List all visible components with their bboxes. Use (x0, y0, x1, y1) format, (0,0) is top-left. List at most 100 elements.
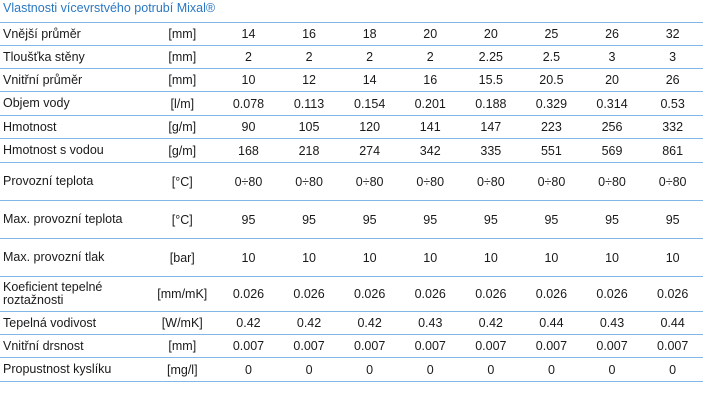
value-cell: 95 (605, 212, 619, 227)
value-cell: 3 (608, 50, 616, 64)
value-cell: 2.25 (478, 50, 503, 64)
property-unit: [°C] (171, 212, 193, 227)
value-cell: 0÷80 (476, 174, 505, 189)
value-cell: 95 (544, 212, 559, 227)
table-row-koeficient-tepelne-roztaznosti: Koeficient tepelné roztažnosti [mm/mK] 0.0… (0, 277, 703, 312)
value-cell: 0.026 (535, 287, 568, 301)
value-cell: 0.42 (357, 316, 382, 330)
value-cell: 95 (302, 212, 316, 227)
property-unit: [mg/l] (167, 362, 198, 377)
property-unit: [mm] (168, 73, 197, 87)
value-cell: 218 (298, 143, 320, 158)
value-cell: 569 (601, 143, 623, 158)
value-cell: 12 (302, 73, 316, 87)
value-cell: 0.026 (475, 287, 507, 301)
value-cell: 0.026 (293, 287, 325, 301)
value-cell: 25 (544, 27, 559, 41)
value-cell: 0÷80 (658, 174, 687, 189)
value-cell: 0.007 (414, 339, 446, 353)
value-cell: 141 (419, 120, 441, 134)
property-name: Vnitřní průměr (3, 72, 83, 87)
value-cell: 90 (241, 120, 256, 134)
value-cell: 0÷80 (416, 174, 445, 189)
value-cell: 0.007 (475, 339, 507, 353)
property-unit: [mm] (168, 339, 197, 353)
property-name: Provozní teplota (3, 174, 94, 188)
value-cell: 274 (359, 143, 381, 158)
value-cell: 120 (359, 120, 381, 134)
property-name: Tloušťka stěny (3, 49, 85, 64)
property-name: Vnitřní drsnost (3, 338, 84, 353)
value-cell: 10 (241, 73, 256, 87)
value-cell: 10 (423, 250, 438, 265)
property-unit: [g/m] (168, 143, 197, 158)
value-cell: 2 (305, 50, 313, 64)
value-cell: 105 (298, 120, 320, 134)
value-cell: 26 (605, 27, 619, 41)
value-cell: 10 (544, 250, 559, 265)
properties-table: Vnější průměr [mm] 14 16 18 20 20 25 26 32 Tloušťk… (0, 22, 703, 382)
value-cell: 0.026 (354, 287, 386, 301)
value-cell: 0.53 (660, 96, 685, 111)
table-row-hmotnost: Hmotnost [g/m] 90 105 120 141 147 223 256 332 (0, 116, 703, 139)
value-cell: 14 (241, 27, 256, 41)
property-name: Max. provozní tlak (3, 250, 105, 264)
table-row-provozni-teplota: Provozní teplota [°C] 0÷80 0÷80 0÷80 0÷80 0÷80… (0, 163, 703, 201)
value-cell: 10 (665, 250, 680, 265)
property-unit: [mm/mK] (157, 287, 208, 301)
value-cell: 0.42 (296, 316, 322, 330)
value-cell: 0 (487, 362, 495, 377)
property-name: Vnější průměr (3, 26, 81, 41)
value-cell: 10 (483, 250, 498, 265)
value-cell: 0÷80 (537, 174, 566, 189)
property-name: Objem vody (3, 96, 70, 110)
table-row-objem-vody: Objem vody [l/m] 0.078 0.113 0.154 0.201 0.188… (0, 92, 703, 116)
table-row-tloustka-steny: Tloušťka stěny [mm] 2 2 2 2 2.25 2.5 3 3 (0, 46, 703, 69)
value-cell: 0.188 (475, 96, 507, 111)
value-cell: 0÷80 (295, 174, 323, 189)
value-cell: 0.078 (232, 96, 265, 111)
value-cell: 2 (366, 50, 374, 64)
table-row-tepelna-vodivost: Tepelná vodivost [W/mK] 0.42 0.42 0.42 0.43 0.… (0, 312, 703, 335)
value-cell: 335 (480, 143, 502, 158)
value-cell: 95 (241, 212, 256, 227)
value-cell: 10 (605, 250, 619, 265)
value-cell: 0÷80 (355, 174, 384, 189)
table-row-hmotnost-s-vodou: Hmotnost s vodou [g/m] 168 218 274 342 335 551 5… (0, 139, 703, 163)
value-cell: 0.026 (414, 287, 446, 301)
value-cell: 10 (302, 250, 316, 265)
value-cell: 861 (662, 143, 684, 158)
property-unit: [mm] (168, 27, 197, 41)
value-cell: 3 (669, 50, 677, 64)
value-cell: 2 (244, 50, 252, 64)
value-cell: 32 (665, 27, 680, 41)
value-cell: 18 (362, 27, 377, 41)
value-cell: 10 (241, 250, 256, 265)
value-cell: 0.007 (293, 339, 325, 353)
value-cell: 256 (601, 120, 623, 134)
value-cell: 551 (540, 143, 562, 158)
value-cell: 223 (540, 120, 562, 134)
value-cell: 0 (366, 362, 374, 377)
value-cell: 14 (362, 73, 377, 87)
property-name: Hmotnost (3, 119, 57, 134)
page-title: Vlastnosti vícevrstvého potrubí Mixal® (3, 1, 216, 15)
value-cell: 0÷80 (234, 174, 263, 189)
value-cell: 0.007 (657, 339, 689, 353)
property-name: Propustnost kyslíku (3, 362, 112, 376)
table-row-propustnost-kysliku: Propustnost kyslíku [mg/l] 0 0 0 0 0 0 0 0 (0, 358, 703, 382)
value-cell: 0.007 (596, 339, 628, 353)
value-cell: 26 (665, 73, 680, 87)
property-unit: [g/m] (168, 120, 197, 134)
table-row-vnitrni-prumer: Vnitřní průměr [mm] 10 12 14 16 15.5 20.5 20 26 (0, 69, 703, 92)
value-cell: 0.314 (596, 96, 628, 111)
value-cell: 0 (669, 362, 677, 377)
value-cell: 20 (423, 27, 438, 41)
property-unit: [°C] (171, 174, 193, 189)
value-cell: 0 (305, 362, 313, 377)
value-cell: 0.44 (660, 316, 685, 330)
value-cell: 0 (426, 362, 434, 377)
value-cell: 10 (362, 250, 377, 265)
value-cell: 0.43 (599, 316, 625, 330)
property-unit: [bar] (169, 250, 195, 265)
